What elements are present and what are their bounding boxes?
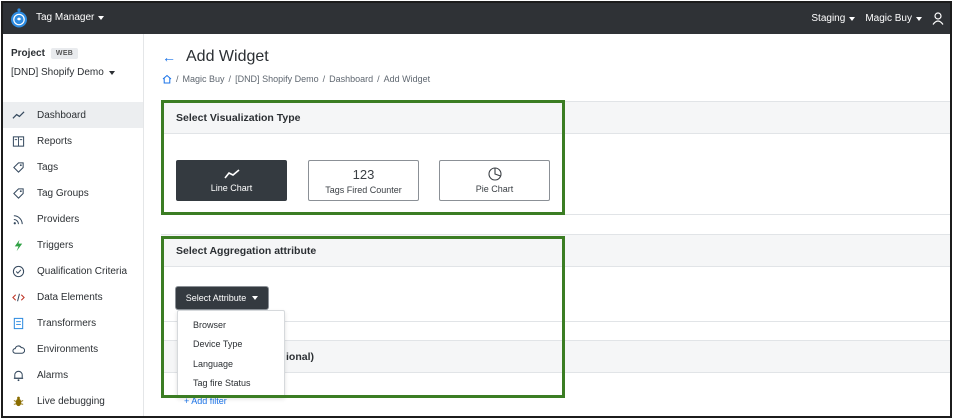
- sidebar-item-providers[interactable]: Providers: [3, 206, 143, 232]
- sidebar-item-qualification-criteria[interactable]: Qualification Criteria: [3, 258, 143, 284]
- counter-glyph: 123: [352, 166, 375, 182]
- section-title: Select Aggregation attribute: [176, 244, 317, 257]
- sidebar-item-label: Tag Groups: [37, 187, 89, 199]
- section-title: Select Visualization Type: [176, 111, 301, 124]
- tags-fired-counter-option[interactable]: 123 Tags Fired Counter: [308, 160, 419, 201]
- main-content: ← Add Widget / Magic Buy / [DND] Shopify…: [144, 34, 950, 416]
- bell-icon: [11, 368, 25, 382]
- filters-section-title: ional): [286, 351, 314, 363]
- pie-chart-option[interactable]: Pie Chart: [439, 160, 550, 201]
- line-chart-option[interactable]: Line Chart: [176, 160, 287, 201]
- divider: [161, 266, 950, 267]
- sidebar-item-reports[interactable]: Reports: [3, 128, 143, 154]
- account-dropdown[interactable]: Magic Buy: [865, 13, 922, 24]
- app-logo-icon[interactable]: [9, 7, 29, 29]
- dropdown-option-browser[interactable]: Browser: [178, 315, 284, 335]
- top-right-controls: Staging Magic Buy: [811, 12, 944, 25]
- chevron-down-icon: [98, 15, 105, 20]
- sidebar-item-tags[interactable]: Tags: [3, 154, 143, 180]
- check-circle-icon: [11, 264, 25, 278]
- line-chart-icon: [223, 169, 240, 179]
- visualization-section-header: Select Visualization Type: [161, 102, 950, 133]
- sidebar-item-label: Dashboard: [37, 109, 86, 121]
- sidebar-item-label: Triggers: [37, 239, 74, 251]
- project-label: Project: [11, 48, 45, 59]
- sidebar-item-label: Data Elements: [37, 291, 103, 303]
- app-name: Tag Manager: [36, 12, 95, 23]
- app-window: Tag Manager Staging Magic Buy Project WE…: [1, 1, 952, 418]
- sidebar-item-transformers[interactable]: Transformers: [3, 310, 143, 336]
- sidebar-item-label: Qualification Criteria: [37, 265, 128, 277]
- breadcrumb-link[interactable]: [DND] Shopify Demo: [235, 74, 319, 84]
- sidebar-item-dashboard[interactable]: Dashboard: [3, 102, 143, 128]
- tag-icon: [11, 186, 25, 200]
- tag-icon: [11, 160, 25, 174]
- chevron-down-icon: [849, 16, 856, 21]
- attribute-dropdown-menu: Browser Device Type Language Tag fire St…: [177, 310, 285, 397]
- top-bar: Tag Manager Staging Magic Buy: [3, 3, 950, 34]
- user-icon[interactable]: [932, 12, 944, 25]
- sidebar-item-data-elements[interactable]: Data Elements: [3, 284, 143, 310]
- page-title: Add Widget: [186, 48, 269, 65]
- sidebar-item-label: Environments: [37, 343, 99, 355]
- project-name: [DND] Shopify Demo: [11, 67, 104, 78]
- project-type-badge: WEB: [50, 48, 79, 59]
- sidebar-item-tag-groups[interactable]: Tag Groups: [3, 180, 143, 206]
- account-label: Magic Buy: [865, 13, 912, 24]
- environment-label: Staging: [811, 13, 846, 24]
- bug-icon: [11, 394, 25, 408]
- option-label: Pie Chart: [475, 184, 514, 194]
- select-attribute-dropdown[interactable]: Select Attribute: [176, 287, 268, 309]
- file-icon: [11, 316, 25, 330]
- option-label: Line Chart: [210, 183, 253, 193]
- sidebar: Project WEB [DND] Shopify Demo Dashboard…: [3, 34, 144, 416]
- dropdown-option-device-type[interactable]: Device Type: [178, 335, 284, 355]
- breadcrumb: / Magic Buy / [DND] Shopify Demo / Dashb…: [162, 74, 430, 84]
- breadcrumb-link[interactable]: Magic Buy: [183, 74, 225, 84]
- breadcrumb-link[interactable]: Dashboard: [329, 74, 373, 84]
- home-icon[interactable]: [162, 74, 172, 84]
- breadcrumb-current: Add Widget: [383, 74, 431, 84]
- bolt-icon: [11, 238, 25, 252]
- back-arrow-icon[interactable]: ←: [162, 49, 176, 65]
- sidebar-item-label: Providers: [37, 213, 80, 225]
- chevron-down-icon: [252, 296, 259, 300]
- chevron-down-icon: [916, 16, 922, 21]
- dropdown-option-language[interactable]: Language: [178, 354, 284, 374]
- add-filter-link[interactable]: + Add filter: [184, 396, 227, 406]
- rss-icon: [11, 212, 25, 226]
- sidebar-item-label: Tags: [37, 161, 59, 173]
- project-selector: Project WEB [DND] Shopify Demo: [3, 34, 143, 78]
- option-label: Tags Fired Counter: [325, 184, 402, 195]
- sidebar-item-triggers[interactable]: Triggers: [3, 232, 143, 258]
- sidebar-item-label: Transformers: [37, 317, 97, 329]
- sidebar-item-label: Reports: [37, 135, 73, 147]
- sidebar-item-live-debugging[interactable]: Live debugging: [3, 388, 143, 414]
- environment-dropdown[interactable]: Staging: [811, 13, 856, 24]
- dropdown-option-tag-fire-status[interactable]: Tag fire Status: [178, 374, 284, 394]
- book-icon: [11, 134, 25, 148]
- sidebar-item-alarms[interactable]: Alarms: [3, 362, 143, 388]
- page-header: ← Add Widget: [162, 48, 269, 66]
- aggregation-section-header: Select Aggregation attribute: [161, 235, 950, 266]
- divider: [161, 214, 950, 215]
- cloud-icon: [11, 342, 25, 356]
- divider: [161, 133, 950, 134]
- code-icon: [11, 290, 25, 304]
- pie-chart-icon: [487, 167, 502, 181]
- sidebar-nav: Dashboard Reports Tags Tag Groups Provid…: [3, 102, 143, 414]
- chevron-down-icon: [108, 70, 115, 75]
- dropdown-label: Select Attribute: [185, 293, 247, 303]
- sidebar-item-label: Live debugging: [37, 395, 105, 407]
- sidebar-item-label: Alarms: [37, 369, 69, 381]
- app-switcher[interactable]: Tag Manager: [36, 12, 105, 23]
- sidebar-item-environments[interactable]: Environments: [3, 336, 143, 362]
- trend-icon: [11, 108, 25, 122]
- project-dropdown[interactable]: [DND] Shopify Demo: [11, 67, 143, 78]
